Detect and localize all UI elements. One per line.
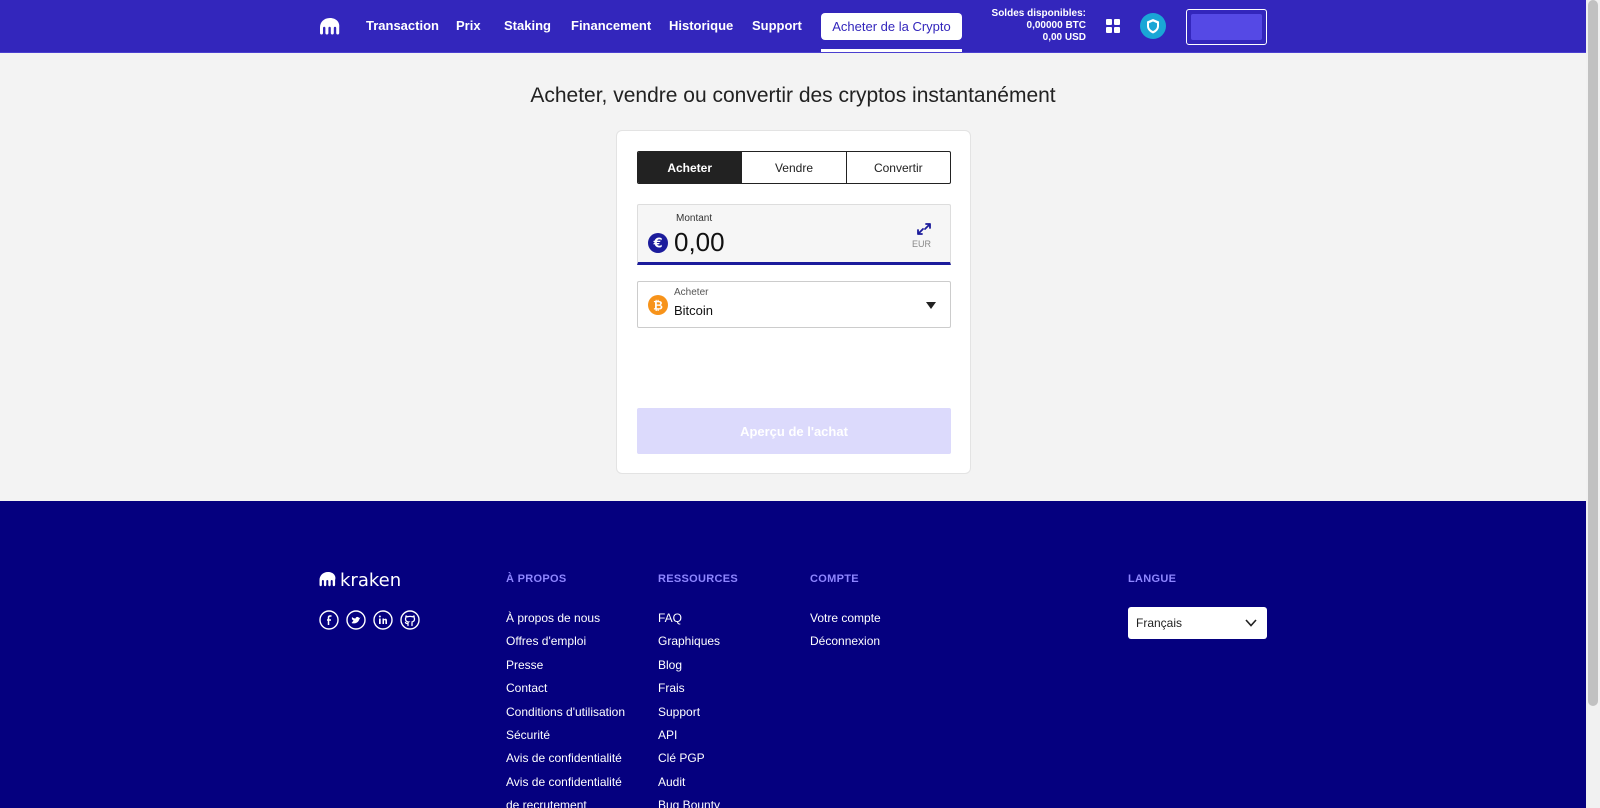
account-links: Votre compte Déconnexion	[810, 611, 881, 658]
footer: kraken À PROPOS À propos de nous Offres …	[0, 501, 1586, 808]
svg-text:€: €	[652, 237, 662, 252]
footer-link[interactable]: Blog	[658, 658, 720, 681]
amount-value[interactable]: 0,00	[674, 227, 725, 258]
account-menu-button[interactable]	[1186, 9, 1267, 45]
footer-link[interactable]: API	[658, 728, 720, 751]
trade-mode-tabs: Acheter Vendre Convertir	[637, 151, 951, 184]
preview-purchase-button[interactable]: Aperçu de l'achat	[637, 408, 951, 454]
footer-link[interactable]: Graphiques	[658, 634, 720, 657]
bitcoin-icon: ₿	[648, 295, 668, 315]
top-nav-bar: Transaction Prix Staking Financement His…	[0, 0, 1586, 53]
svg-text:₿: ₿	[653, 299, 663, 313]
svg-text:kraken: kraken	[340, 570, 401, 589]
nav-prix[interactable]: Prix	[456, 18, 481, 33]
twitter-icon[interactable]	[346, 610, 366, 630]
trade-card: Acheter Vendre Convertir Montant € 0,00 …	[616, 130, 971, 474]
language-value: Français	[1136, 616, 1183, 630]
swap-icon[interactable]	[915, 222, 933, 236]
footer-link[interactable]: Clé PGP	[658, 751, 720, 774]
asset-select[interactable]: ₿ Acheter Bitcoin	[637, 281, 951, 328]
facebook-icon[interactable]	[319, 610, 339, 630]
apps-grid-icon[interactable]	[1106, 19, 1120, 33]
footer-link[interactable]: Frais	[658, 681, 720, 704]
nav-transaction[interactable]: Transaction	[366, 18, 439, 33]
nav-historique[interactable]: Historique	[669, 18, 733, 33]
currency-label: EUR	[912, 239, 932, 249]
resources-heading: RESSOURCES	[658, 573, 739, 585]
amount-input[interactable]: Montant € 0,00 EUR	[637, 204, 951, 265]
footer-link[interactable]: Avis de confidentialité	[506, 751, 625, 774]
footer-link[interactable]: Votre compte	[810, 611, 881, 634]
kraken-logo-icon[interactable]	[319, 17, 341, 35]
footer-link[interactable]: Contact	[506, 681, 625, 704]
footer-link[interactable]: Support	[658, 705, 720, 728]
shield-icon[interactable]	[1140, 13, 1166, 39]
footer-link[interactable]: Conditions d'utilisation	[506, 705, 625, 728]
footer-link[interactable]: Déconnexion	[810, 634, 881, 657]
about-links: À propos de nous Offres d'emploi Presse …	[506, 611, 625, 808]
balance-title: Soldes disponibles:	[991, 8, 1086, 19]
about-heading: À PROPOS	[506, 573, 567, 585]
footer-link[interactable]: Audit	[658, 775, 720, 798]
balance-usd: 0,00 USD	[1042, 32, 1086, 43]
scrollbar-thumb[interactable]	[1588, 0, 1598, 706]
chevron-down-icon	[1245, 619, 1257, 627]
tab-buy[interactable]: Acheter	[638, 152, 743, 183]
kraken-wordmark-logo[interactable]: kraken	[319, 569, 419, 589]
footer-link[interactable]: À propos de nous	[506, 611, 625, 634]
euro-icon: €	[648, 233, 668, 253]
language-select[interactable]: Français	[1128, 607, 1267, 639]
available-balances: Soldes disponibles: 0,00000 BTC 0,00 USD	[940, 8, 1086, 44]
caret-down-icon	[926, 302, 936, 309]
footer-link[interactable]: Bug Bounty	[658, 798, 720, 808]
asset-value: Bitcoin	[674, 303, 714, 318]
footer-link[interactable]: Sécurité	[506, 728, 625, 751]
nav-staking[interactable]: Staking	[504, 18, 551, 33]
footer-link[interactable]: de recrutement	[506, 798, 625, 808]
active-tab-indicator	[821, 49, 962, 52]
asset-label: Acheter	[674, 287, 709, 298]
linkedin-icon[interactable]	[373, 610, 393, 630]
github-icon[interactable]	[400, 610, 420, 630]
nav-support[interactable]: Support	[752, 18, 802, 33]
footer-link[interactable]: Presse	[506, 658, 625, 681]
footer-link[interactable]: FAQ	[658, 611, 720, 634]
vertical-scrollbar[interactable]	[1586, 0, 1600, 808]
footer-link[interactable]: Offres d'emploi	[506, 634, 625, 657]
tab-convert[interactable]: Convertir	[847, 152, 950, 183]
language-heading: LANGUE	[1128, 573, 1177, 585]
nav-financement[interactable]: Financement	[571, 18, 651, 33]
page-title: Acheter, vendre ou convertir des cryptos…	[530, 84, 1056, 107]
resources-links: FAQ Graphiques Blog Frais Support API Cl…	[658, 611, 720, 808]
account-avatar	[1191, 14, 1262, 40]
tab-sell[interactable]: Vendre	[742, 152, 847, 183]
footer-link[interactable]: Avis de confidentialité	[506, 775, 625, 798]
balance-btc: 0,00000 BTC	[1026, 20, 1086, 31]
account-heading: COMPTE	[810, 573, 859, 585]
amount-label: Montant	[676, 213, 713, 224]
